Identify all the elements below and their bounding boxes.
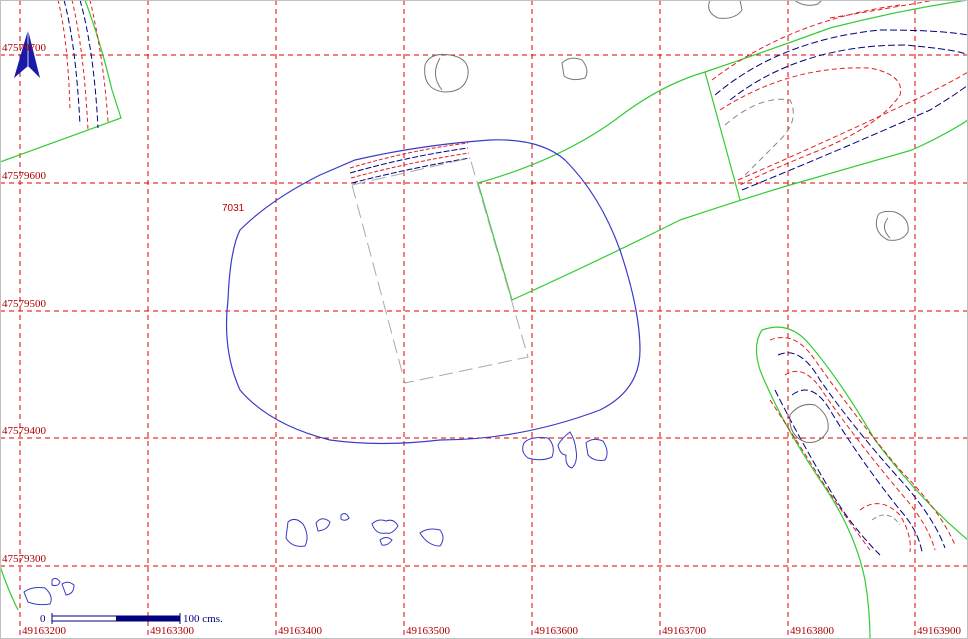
stones-blue xyxy=(23,431,608,606)
map-frame xyxy=(0,0,968,639)
easting-label: 49163500 xyxy=(406,625,451,637)
northing-labels: 47579700 47579600 47579500 47579400 4757… xyxy=(2,42,47,565)
trench-edge-bottom-left xyxy=(0,565,19,611)
easting-label: 49163800 xyxy=(790,625,835,637)
contours-upper-right xyxy=(711,0,968,191)
stones-grey xyxy=(424,0,909,443)
easting-label: 49163300 xyxy=(150,625,195,637)
easting-label: 49163600 xyxy=(534,625,579,637)
trench-edge-diagonal-lower xyxy=(511,119,968,301)
easting-labels: 49163200 49163300 49163400 49163500 4916… xyxy=(22,625,962,637)
site-plan-map: 0 100 cms. 7031 47579700 47579600 475795… xyxy=(0,0,968,639)
trench-edges xyxy=(0,0,968,639)
trench-edge-top-left xyxy=(0,0,122,163)
easting-label: 49163900 xyxy=(917,625,962,637)
contours-top-left xyxy=(57,0,109,131)
coordinate-grid xyxy=(0,0,968,639)
north-arrow-icon xyxy=(14,30,40,78)
scale-bar: 0 100 cms. xyxy=(40,613,223,625)
contours-lower-right xyxy=(769,337,956,556)
easting-label: 49163200 xyxy=(22,625,67,637)
pit-excavation-box xyxy=(351,157,529,384)
northing-label: 47579600 xyxy=(2,170,47,182)
easting-label: 49163700 xyxy=(662,625,707,637)
northing-label: 47579500 xyxy=(2,298,47,310)
scale-bar-end-label: 100 cms. xyxy=(183,613,223,625)
trench-section-line-left xyxy=(477,182,513,301)
trench-section-line-right xyxy=(704,71,741,201)
northing-label: 47579400 xyxy=(2,425,47,437)
northing-label: 47579300 xyxy=(2,553,47,565)
scale-bar-start-label: 0 xyxy=(40,613,46,625)
pit-outline-7031 xyxy=(225,139,641,445)
northing-label: 47579700 xyxy=(2,42,47,54)
easting-label: 49163400 xyxy=(278,625,323,637)
feature-label: 7031 xyxy=(222,203,245,214)
